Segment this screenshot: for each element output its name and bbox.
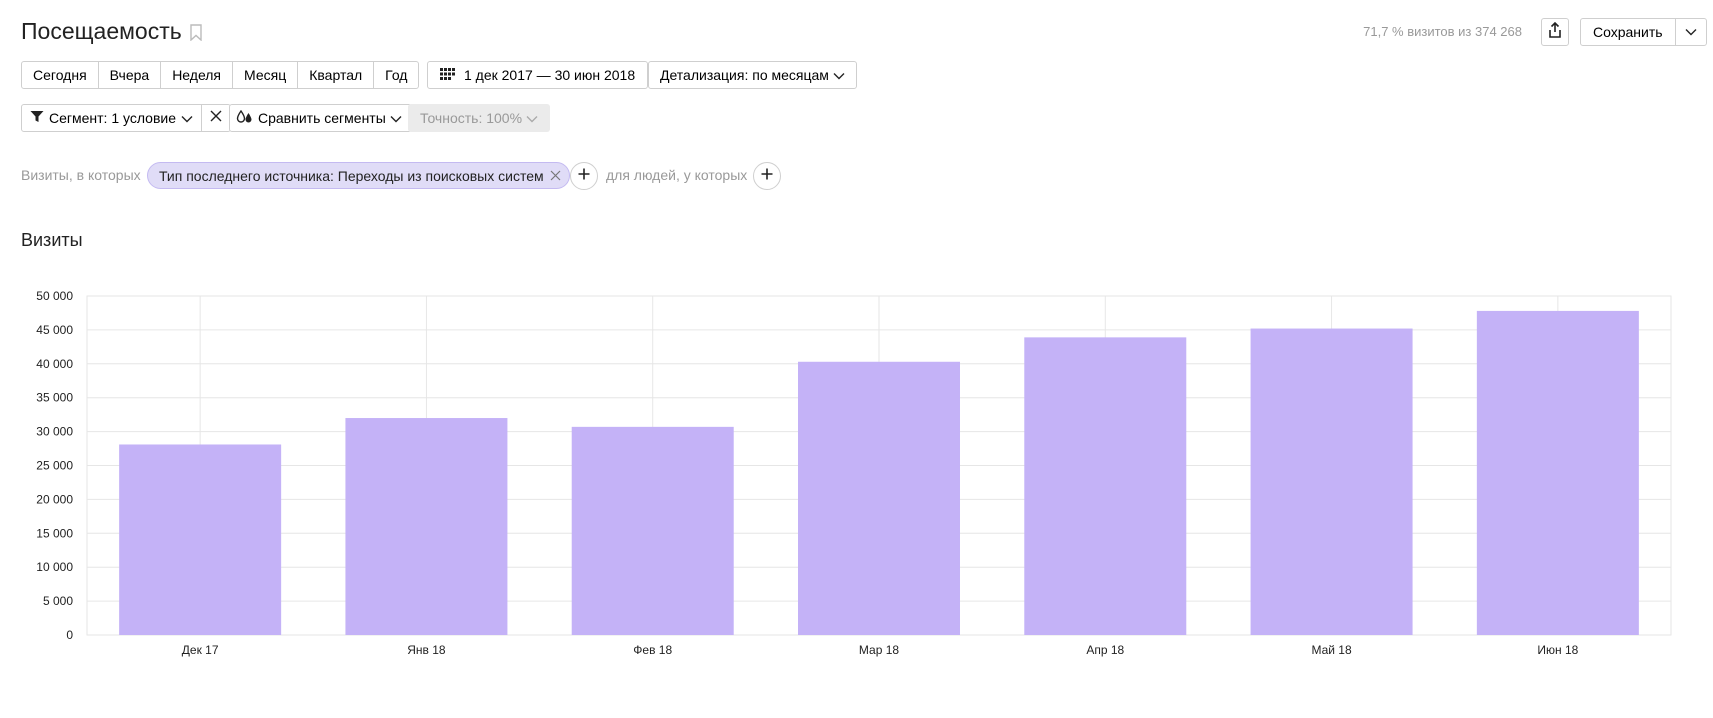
y-tick-label: 5 000: [43, 594, 73, 608]
bar-7: [1476, 310, 1639, 635]
visits-bar-chart: 0 5 000 10 000 15 000 20 000 25 000 30 000 35 0…: [36, 289, 1672, 657]
y-tick-label: 25 000: [36, 459, 73, 473]
bar-1: [119, 444, 282, 635]
bar-3: [571, 426, 734, 635]
x-tick-label: Дек 17: [182, 643, 219, 657]
x-tick-label: Май 18: [1311, 643, 1352, 657]
y-tick-label: 20 000: [36, 492, 73, 506]
x-tick-label: Мар 18: [859, 643, 899, 657]
y-tick-label: 40 000: [36, 357, 73, 371]
x-tick-label: Янв 18: [407, 643, 446, 657]
x-tick-label: Июн 18: [1537, 643, 1578, 657]
y-tick-label: 10 000: [36, 560, 73, 574]
bar-6: [1250, 328, 1413, 635]
bar-2: [345, 418, 508, 635]
x-tick-label: Апр 18: [1086, 643, 1124, 657]
x-tick-label: Фев 18: [633, 643, 672, 657]
y-tick-label: 30 000: [36, 425, 73, 439]
y-tick-label: 35 000: [36, 391, 73, 405]
y-tick-label: 15 000: [36, 526, 73, 540]
y-tick-label: 45 000: [36, 323, 73, 337]
y-tick-label: 50 000: [36, 289, 73, 303]
bar-5: [1024, 337, 1187, 635]
bar-4: [798, 361, 960, 635]
y-tick-label: 0: [66, 628, 73, 642]
